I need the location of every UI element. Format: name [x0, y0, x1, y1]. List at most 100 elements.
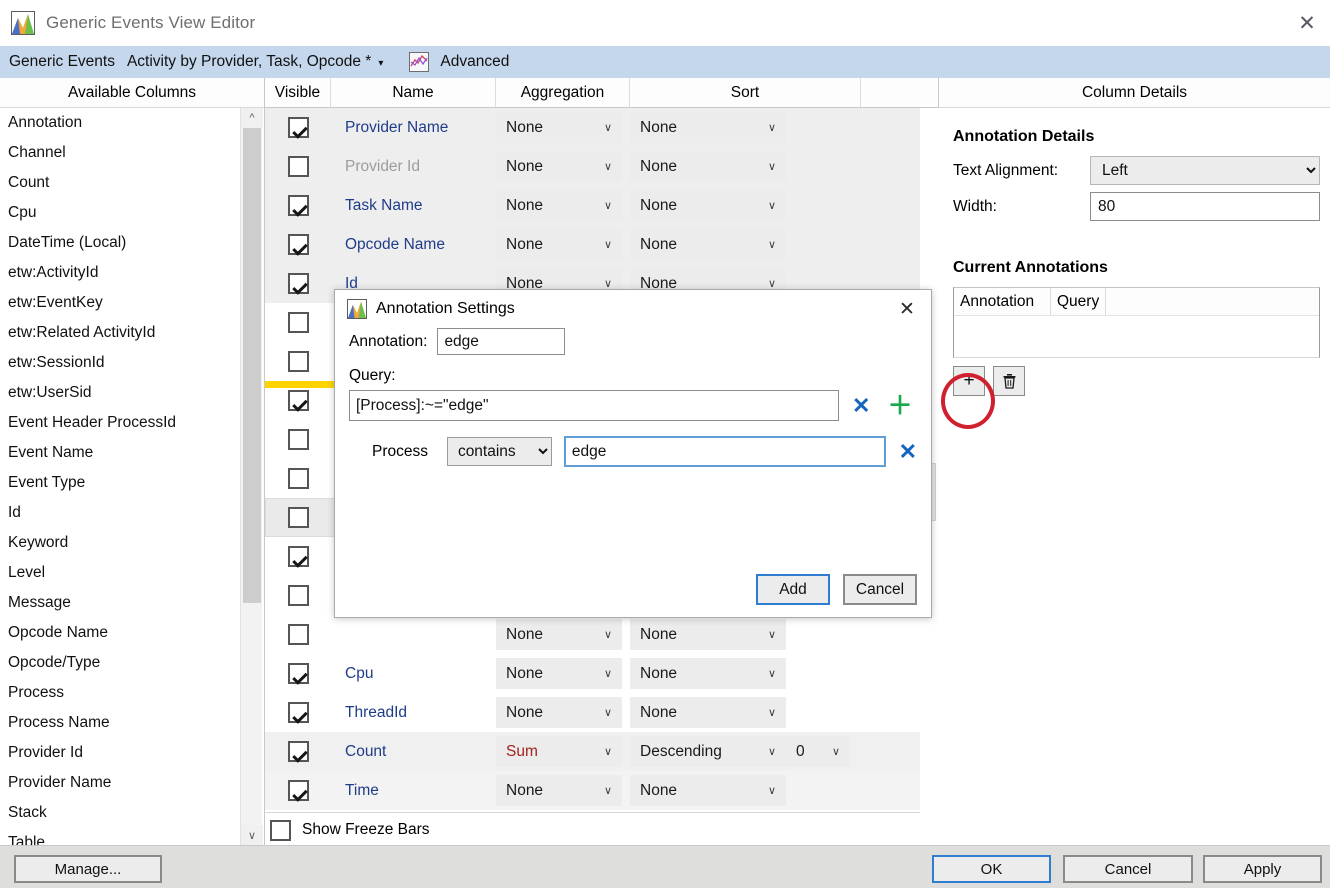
chevron-down-icon[interactable]: ▾ [378, 58, 383, 69]
chart-icon[interactable] [409, 52, 429, 72]
add-annotation-button[interactable]: + [953, 366, 985, 396]
available-column-item[interactable]: Event Type [0, 468, 264, 498]
sort-index-select[interactable]: 0∨ [786, 736, 850, 767]
current-annotations-table[interactable]: Annotation Query [953, 287, 1320, 358]
table-row[interactable]: None∨None∨ [265, 615, 937, 654]
dialog-close-icon[interactable]: ✕ [891, 293, 923, 325]
sort-select[interactable]: None∨ [630, 658, 786, 689]
available-column-item[interactable]: Process [0, 678, 264, 708]
row-name-cell[interactable]: Time [331, 782, 496, 800]
chevron-down-icon[interactable]: ∨ [768, 237, 776, 250]
visible-checkbox[interactable] [288, 780, 309, 801]
chevron-down-icon[interactable]: ∨ [768, 666, 776, 679]
row-name-cell[interactable]: Task Name [331, 197, 496, 215]
table-row[interactable]: Provider IdNone∨None∨ [265, 147, 937, 186]
sort-select[interactable]: None∨ [630, 229, 786, 260]
chevron-down-icon[interactable]: ∨ [768, 276, 776, 289]
available-column-item[interactable]: etw:EventKey [0, 288, 264, 318]
visible-checkbox[interactable] [288, 117, 309, 138]
chevron-down-icon[interactable]: ∨ [604, 705, 612, 718]
row-name-cell[interactable]: Count [331, 743, 496, 761]
grid-header-name[interactable]: Name [331, 78, 496, 107]
table-row[interactable]: CpuNone∨None∨ [265, 654, 937, 693]
show-freeze-bars-checkbox[interactable] [270, 820, 291, 841]
chevron-down-icon[interactable]: ∨ [604, 237, 612, 250]
chevron-down-icon[interactable]: ∨ [768, 627, 776, 640]
visible-checkbox[interactable] [288, 585, 309, 606]
table-row[interactable]: Provider NameNone∨None∨ [265, 108, 937, 147]
grid-header-aggregation[interactable]: Aggregation [496, 78, 630, 107]
aggregation-select[interactable]: None∨ [496, 619, 622, 650]
condition-value-input[interactable] [564, 436, 886, 467]
chevron-down-icon[interactable]: ∨ [604, 159, 612, 172]
apply-button[interactable]: Apply [1203, 855, 1322, 883]
add-condition-icon[interactable]: ＋ [887, 396, 912, 416]
visible-checkbox[interactable] [288, 663, 309, 684]
table-row[interactable]: Opcode NameNone∨None∨ [265, 225, 937, 264]
available-column-item[interactable]: Opcode Name [0, 618, 264, 648]
visible-checkbox[interactable] [288, 195, 309, 216]
grid-header-sort[interactable]: Sort [630, 78, 861, 107]
chevron-down-icon[interactable]: ∨ [604, 120, 612, 133]
scroll-down-icon[interactable]: ∨ [241, 825, 263, 845]
table-row[interactable]: CountSum∨Descending∨0∨ [265, 732, 937, 771]
sort-select[interactable]: None∨ [630, 112, 786, 143]
available-column-item[interactable]: Process Name [0, 708, 264, 738]
available-column-item[interactable]: Cpu [0, 198, 264, 228]
text-alignment-select[interactable]: LeftCenterRight [1090, 156, 1320, 185]
window-close-icon[interactable]: ✕ [1284, 0, 1330, 46]
available-column-item[interactable]: DateTime (Local) [0, 228, 264, 258]
visible-checkbox[interactable] [288, 429, 309, 450]
visible-checkbox[interactable] [288, 624, 309, 645]
chevron-down-icon[interactable]: ∨ [768, 705, 776, 718]
available-column-item[interactable]: Channel [0, 138, 264, 168]
available-column-item[interactable]: Provider Id [0, 738, 264, 768]
cancel-button[interactable]: Cancel [1063, 855, 1193, 883]
sort-select[interactable]: None∨ [630, 190, 786, 221]
clear-query-icon[interactable]: ✕ [852, 393, 870, 419]
delete-annotation-button[interactable] [993, 366, 1025, 396]
visible-checkbox[interactable] [288, 390, 309, 411]
dialog-add-button[interactable]: Add [756, 574, 830, 605]
aggregation-select[interactable]: None∨ [496, 190, 622, 221]
available-column-item[interactable]: Count [0, 168, 264, 198]
available-columns-list[interactable]: AnnotationChannelCountCpuDateTime (Local… [0, 108, 265, 845]
visible-checkbox[interactable] [288, 741, 309, 762]
advanced-button[interactable]: Advanced [440, 53, 509, 71]
grid-header-visible[interactable]: Visible [265, 78, 331, 107]
visible-checkbox[interactable] [288, 156, 309, 177]
chevron-down-icon[interactable]: ∨ [604, 276, 612, 289]
remove-condition-icon[interactable]: ✕ [899, 439, 917, 465]
chevron-down-icon[interactable]: ∨ [604, 666, 612, 679]
chevron-down-icon[interactable]: ∨ [768, 159, 776, 172]
available-column-item[interactable]: Opcode/Type [0, 648, 264, 678]
aggregation-select[interactable]: None∨ [496, 697, 622, 728]
available-column-item[interactable]: Event Header ProcessId [0, 408, 264, 438]
sort-select[interactable]: None∨ [630, 697, 786, 728]
aggregation-select[interactable]: None∨ [496, 151, 622, 182]
chevron-down-icon[interactable]: ∨ [604, 744, 612, 757]
row-name-cell[interactable]: ThreadId [331, 704, 496, 722]
annotations-col-annotation[interactable]: Annotation [954, 288, 1051, 315]
available-column-item[interactable]: Message [0, 588, 264, 618]
visible-checkbox[interactable] [288, 507, 309, 528]
chevron-down-icon[interactable]: ∨ [768, 744, 776, 757]
available-column-item[interactable]: etw:UserSid [0, 378, 264, 408]
available-column-item[interactable]: etw:ActivityId [0, 258, 264, 288]
chevron-down-icon[interactable]: ∨ [768, 120, 776, 133]
visible-checkbox[interactable] [288, 273, 309, 294]
available-column-item[interactable]: Table [0, 828, 264, 845]
available-column-item[interactable]: Stack [0, 798, 264, 828]
width-input[interactable] [1090, 192, 1320, 221]
query-input[interactable] [349, 390, 839, 421]
row-name-cell[interactable]: Cpu [331, 665, 496, 683]
visible-checkbox[interactable] [288, 702, 309, 723]
aggregation-select[interactable]: None∨ [496, 112, 622, 143]
available-column-item[interactable]: Id [0, 498, 264, 528]
visible-checkbox[interactable] [288, 468, 309, 489]
show-freeze-bars-row[interactable]: Show Freeze Bars [265, 815, 938, 845]
visible-checkbox[interactable] [288, 351, 309, 372]
available-column-item[interactable]: Provider Name [0, 768, 264, 798]
available-column-item[interactable]: Keyword [0, 528, 264, 558]
row-name-cell[interactable]: Opcode Name [331, 236, 496, 254]
